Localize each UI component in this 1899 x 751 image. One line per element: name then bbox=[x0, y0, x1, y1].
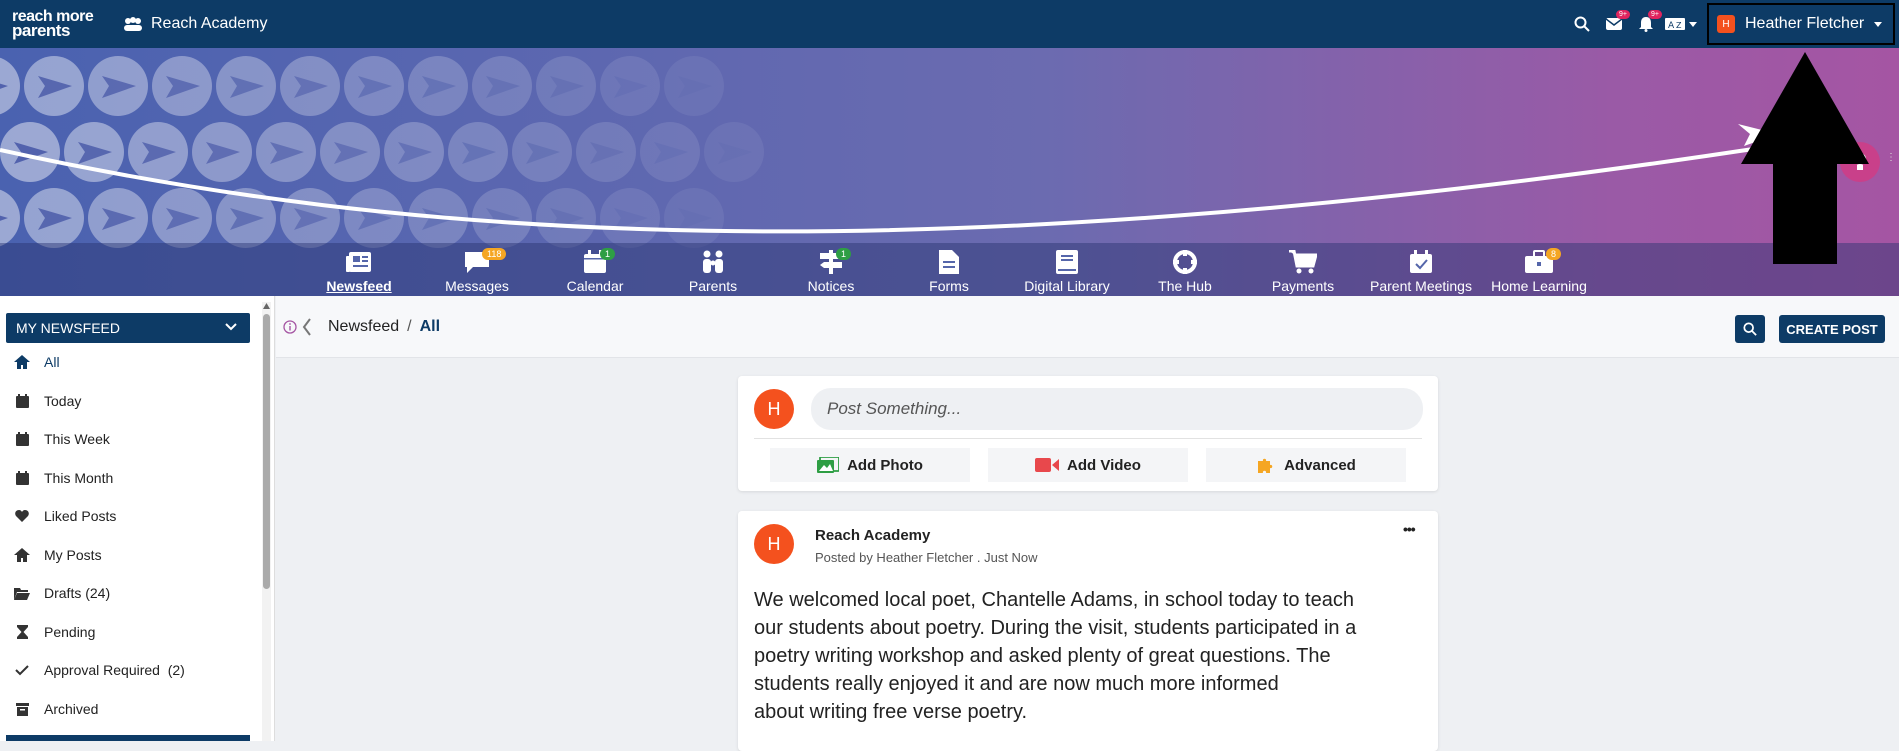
add-photo-button[interactable]: Add Photo bbox=[770, 448, 970, 482]
user-avatar: H bbox=[1717, 15, 1735, 33]
sidebar-item-liked-posts[interactable]: Liked Posts bbox=[14, 508, 116, 524]
more-options-icon[interactable]: ••• bbox=[1403, 521, 1416, 537]
my-newsfeed-header[interactable]: MY NEWSFEED bbox=[6, 313, 250, 343]
main-content: Newsfeed / All CREATE POST H Post Somethin… bbox=[276, 296, 1899, 751]
school-name: Reach Academy bbox=[151, 15, 268, 32]
sidebar-scrollbar[interactable] bbox=[262, 302, 271, 741]
post-body-line: poetry writing workshop and asked plenty… bbox=[754, 645, 1331, 667]
search-icon[interactable] bbox=[1567, 0, 1597, 48]
search-button[interactable] bbox=[1735, 315, 1765, 343]
post-body-line: our students about poetry. During the vi… bbox=[754, 617, 1357, 639]
calendar-icon bbox=[15, 471, 29, 485]
search-icon bbox=[1743, 322, 1757, 336]
sidebar-item-pending[interactable]: Pending bbox=[14, 624, 95, 640]
chevron-down-icon bbox=[1689, 21, 1697, 27]
sidebar-item-this-week[interactable]: This Week bbox=[14, 431, 110, 447]
calendar-icon bbox=[15, 432, 29, 446]
lifebuoy-icon bbox=[1173, 250, 1197, 274]
notifications-count-badge: 9+ bbox=[1648, 10, 1662, 19]
svg-text:A: A bbox=[1668, 21, 1675, 30]
post-body: We welcomed local poet, Chantelle Adams,… bbox=[754, 586, 1434, 726]
banner: Newsfeed 118 Messages 1 Calendar Parents… bbox=[0, 48, 1899, 296]
post-meta: Posted by Heather Fletcher . Just Now bbox=[815, 550, 1038, 565]
sidebar-item-approval-required[interactable]: Approval Required (2) bbox=[14, 662, 185, 678]
newspaper-icon bbox=[346, 252, 371, 272]
post-card: H Reach Academy Posted by Heather Fletch… bbox=[738, 511, 1438, 751]
top-bar: reach more parents Reach Academy 9+ 9+ A… bbox=[0, 0, 1899, 48]
messages-count-badge: 9+ bbox=[1616, 10, 1630, 19]
breadcrumb-current: All bbox=[419, 318, 441, 335]
bell-icon[interactable]: 9+ bbox=[1631, 0, 1662, 48]
post-author[interactable]: Reach Academy bbox=[815, 527, 930, 544]
breadcrumb-newsfeed[interactable]: Newsfeed bbox=[328, 318, 399, 335]
post-avatar: H bbox=[754, 524, 794, 564]
sidebar-item-this-month[interactable]: This Month bbox=[14, 470, 113, 486]
language-icon[interactable]: AZ bbox=[1663, 0, 1699, 48]
book-icon bbox=[1056, 250, 1078, 274]
nav-forms[interactable]: Forms bbox=[894, 248, 1004, 294]
post-composer: H Post Something... Add Photo Add Video … bbox=[738, 376, 1438, 491]
chevron-down-icon bbox=[225, 323, 237, 331]
video-camera-icon bbox=[1035, 458, 1060, 472]
breadcrumb-bar: Newsfeed / All CREATE POST bbox=[276, 296, 1899, 358]
info-icon[interactable] bbox=[283, 320, 297, 334]
post-body-line: students really enjoyed it and are now m… bbox=[754, 673, 1279, 695]
svg-text:Z: Z bbox=[1676, 21, 1682, 30]
chevron-down-icon bbox=[1874, 21, 1883, 27]
post-body-line: We welcomed local poet, Chantelle Adams,… bbox=[754, 589, 1354, 611]
sidebar-item-all[interactable]: All bbox=[14, 354, 60, 370]
photo-icon bbox=[817, 457, 840, 473]
create-post-button[interactable]: CREATE POST bbox=[1779, 315, 1885, 343]
home-icon bbox=[14, 548, 30, 562]
user-name: Heather Fletcher bbox=[1745, 15, 1865, 32]
sidebar: MY NEWSFEED All Today This Week This Mon… bbox=[0, 296, 275, 741]
sidebar-next-section bbox=[6, 735, 250, 741]
home-icon bbox=[14, 355, 30, 369]
nav-parent-meetings[interactable]: Parent Meetings bbox=[1366, 248, 1476, 294]
back-chevron-icon[interactable] bbox=[302, 318, 312, 336]
nav-the-hub[interactable]: The Hub bbox=[1130, 248, 1240, 294]
cart-icon bbox=[1289, 250, 1317, 274]
nav-notices[interactable]: 1 Notices bbox=[776, 248, 886, 294]
archive-icon bbox=[15, 702, 29, 716]
nav-digital-library[interactable]: Digital Library bbox=[1012, 248, 1122, 294]
nav-home-learning[interactable]: 8 Home Learning bbox=[1484, 248, 1594, 294]
scroll-up-icon bbox=[263, 303, 270, 309]
nav-payments[interactable]: Payments bbox=[1248, 248, 1358, 294]
post-something-input[interactable]: Post Something... bbox=[811, 388, 1423, 430]
annotation-arrow bbox=[1741, 52, 1869, 264]
add-video-button[interactable]: Add Video bbox=[988, 448, 1188, 482]
nav-newsfeed[interactable]: Newsfeed bbox=[304, 248, 414, 294]
user-menu[interactable]: H Heather Fletcher bbox=[1707, 3, 1895, 45]
divider bbox=[754, 438, 1422, 439]
nav-messages[interactable]: 118 Messages bbox=[422, 248, 532, 294]
sidebar-item-today[interactable]: Today bbox=[14, 393, 81, 409]
heart-icon bbox=[15, 510, 29, 522]
messages-icon[interactable]: 9+ bbox=[1599, 0, 1630, 48]
calendar-check-icon bbox=[1410, 250, 1432, 273]
sidebar-item-archived[interactable]: Archived bbox=[14, 701, 98, 717]
puzzle-piece-icon bbox=[1258, 458, 1273, 473]
folder-open-icon bbox=[14, 587, 30, 600]
check-icon bbox=[15, 664, 29, 675]
nav-calendar[interactable]: 1 Calendar bbox=[540, 248, 650, 294]
reach-more-parents-logo[interactable]: reach more parents bbox=[12, 9, 112, 40]
breadcrumb: Newsfeed / All bbox=[328, 318, 441, 335]
sidebar-item-drafts[interactable]: Drafts (24) bbox=[14, 585, 110, 601]
advanced-button[interactable]: Advanced bbox=[1206, 448, 1406, 482]
composer-avatar: H bbox=[754, 389, 794, 429]
sidebar-item-my-posts[interactable]: My Posts bbox=[14, 547, 102, 563]
nav-parents[interactable]: Parents bbox=[658, 248, 768, 294]
scrollbar-thumb[interactable] bbox=[263, 314, 270, 589]
school-switcher[interactable]: Reach Academy bbox=[123, 15, 268, 33]
drag-handle[interactable]: ⋮⋮ bbox=[1886, 153, 1899, 168]
hourglass-icon bbox=[16, 625, 28, 639]
post-body-line: about writing free verse poetry. bbox=[754, 701, 1028, 723]
people-icon bbox=[124, 17, 142, 31]
family-icon bbox=[703, 250, 723, 273]
calendar-icon bbox=[15, 394, 29, 408]
document-icon bbox=[939, 250, 959, 274]
